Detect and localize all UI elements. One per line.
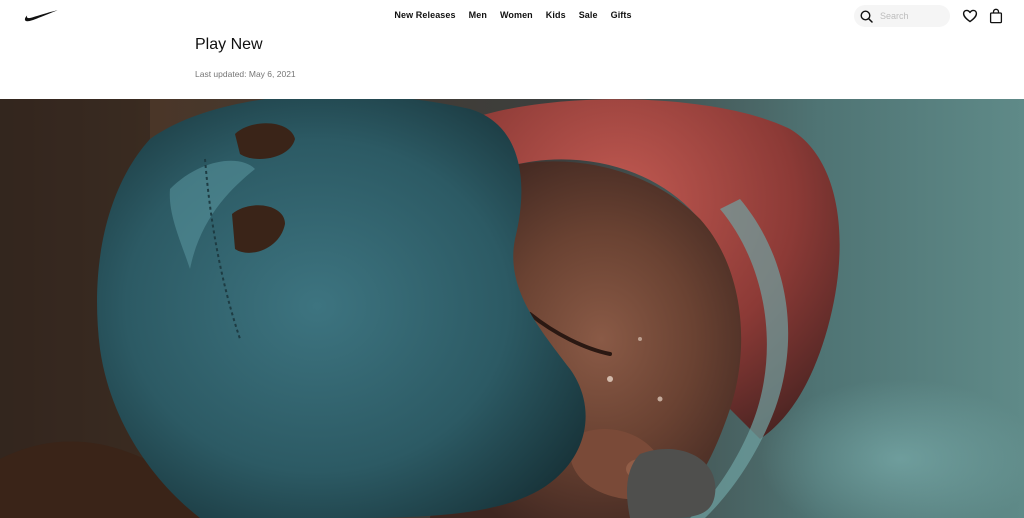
menu-item-women[interactable]: Women	[500, 9, 533, 21]
menu-item-gifts[interactable]: Gifts	[611, 9, 632, 21]
menu-item-men[interactable]: Men	[469, 9, 487, 21]
heart-icon[interactable]	[962, 9, 978, 23]
last-updated-text: Last updated: May 6, 2021	[195, 69, 296, 79]
search-input[interactable]	[877, 11, 946, 21]
search-box	[854, 5, 950, 27]
top-nav: New Releases Men Women Kids Sale Gifts	[0, 0, 1024, 32]
page: New Releases Men Women Kids Sale Gifts S…	[0, 0, 1024, 518]
menu-item-new-releases[interactable]: New Releases	[394, 9, 455, 21]
boxer-headgear-photo	[0, 99, 1024, 518]
hero-image	[0, 99, 1024, 518]
page-title: Play New	[195, 36, 263, 53]
menu-item-kids[interactable]: Kids	[546, 9, 566, 21]
bag-icon[interactable]	[988, 8, 1004, 24]
menu-item-sale[interactable]: Sale	[579, 9, 598, 21]
search-icon[interactable]	[855, 5, 877, 27]
